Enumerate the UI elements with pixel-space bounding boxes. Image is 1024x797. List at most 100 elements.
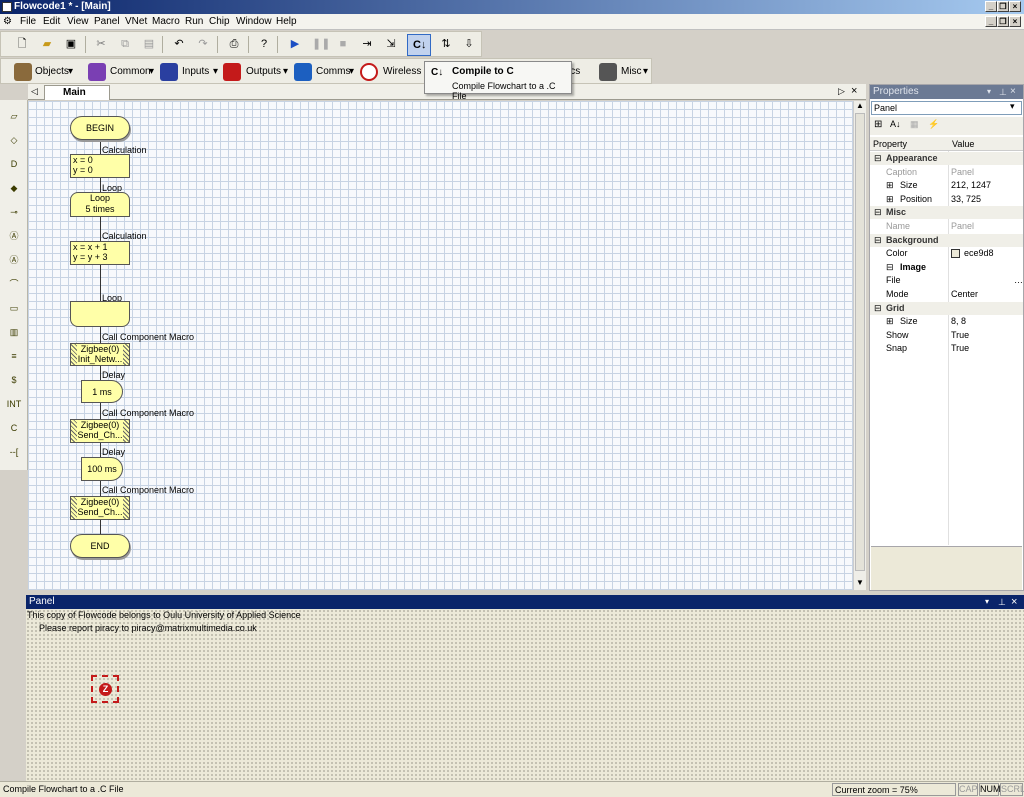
calculation-icon[interactable]: ≡ bbox=[5, 348, 23, 364]
chevron-down-icon[interactable]: ▾ bbox=[68, 66, 73, 77]
calculation-box[interactable]: x = 0 y = 0 bbox=[70, 154, 130, 178]
dropdown-icon[interactable]: ▾ bbox=[985, 595, 989, 609]
expand-icon[interactable]: ⊞ bbox=[886, 193, 894, 206]
misc-button[interactable]: Misc bbox=[621, 66, 642, 77]
delay-box[interactable]: 100 ms bbox=[81, 457, 123, 481]
loop-start-box[interactable]: Loop 5 times bbox=[70, 192, 130, 217]
decision-icon[interactable]: ◆ bbox=[5, 180, 23, 196]
collapse-icon[interactable]: ⊟ bbox=[874, 152, 882, 165]
property-row[interactable]: ⊞ Size 212, 1247 bbox=[870, 179, 1023, 192]
property-row[interactable]: File… bbox=[870, 274, 1023, 287]
property-row[interactable]: ⊟ Misc bbox=[870, 206, 1023, 220]
goto-a-icon[interactable]: Ⓐ bbox=[5, 228, 23, 244]
output-icon[interactable]: ◇ bbox=[5, 132, 23, 148]
property-row[interactable]: ⊞ Position 33, 725 bbox=[870, 193, 1023, 206]
close-tab-icon[interactable]: × bbox=[851, 85, 857, 97]
scroll-down-icon[interactable]: ▼ bbox=[856, 578, 864, 587]
mdi-restore-icon[interactable]: ❐ bbox=[997, 16, 1009, 27]
connection-point-icon[interactable]: ⊸ bbox=[5, 204, 23, 220]
component-macro-box[interactable]: Zigbee(0) Init_Netw... bbox=[70, 343, 130, 366]
paste-icon[interactable]: ▤ bbox=[142, 37, 156, 51]
help-icon[interactable]: ? bbox=[257, 37, 271, 51]
property-row[interactable]: Color ece9d8 bbox=[870, 247, 1023, 260]
menu-view[interactable]: View bbox=[67, 16, 89, 27]
categorized-icon[interactable]: ⊞ bbox=[874, 119, 882, 130]
close-icon[interactable]: × bbox=[1009, 1, 1021, 12]
menu-macro[interactable]: Macro bbox=[152, 16, 180, 27]
print-icon[interactable]: ⎙ bbox=[227, 37, 241, 51]
panel-area[interactable]: This copy of Flowcode belongs to Oulu Un… bbox=[26, 609, 1024, 781]
cut-icon[interactable]: ✂ bbox=[94, 37, 108, 51]
collapse-icon[interactable]: ⊟ bbox=[874, 302, 882, 315]
property-row[interactable]: ⊟ Background bbox=[870, 233, 1023, 247]
menu-file[interactable]: File bbox=[20, 16, 36, 27]
new-file-icon[interactable]: 🗋 bbox=[15, 37, 29, 51]
menu-run[interactable]: Run bbox=[185, 16, 203, 27]
browse-icon[interactable]: … bbox=[1014, 274, 1023, 287]
redo-icon[interactable]: ↷ bbox=[196, 37, 210, 51]
loop-end-box[interactable] bbox=[70, 301, 130, 327]
chevron-down-icon[interactable]: ▾ bbox=[149, 66, 154, 77]
menu-vnet[interactable]: VNet bbox=[125, 16, 147, 27]
tab-scroll-left-icon[interactable]: ◁ bbox=[31, 86, 38, 97]
step-over-icon[interactable]: ⇲ bbox=[384, 37, 398, 51]
scroll-up-icon[interactable]: ▲ bbox=[856, 101, 864, 110]
property-row[interactable]: Name Panel bbox=[870, 220, 1023, 233]
tab-main[interactable]: Main bbox=[44, 85, 110, 100]
property-row[interactable]: Snap True bbox=[870, 342, 1023, 355]
step-into-icon[interactable]: ⇥ bbox=[360, 37, 374, 51]
menu-help[interactable]: Help bbox=[276, 16, 297, 27]
connection-a-icon[interactable]: Ⓐ bbox=[5, 252, 23, 268]
input-icon[interactable]: ▱ bbox=[5, 108, 23, 124]
alphabetical-icon[interactable]: A↓ bbox=[890, 119, 901, 129]
inputs-button[interactable]: Inputs bbox=[182, 66, 209, 77]
close-icon[interactable]: × bbox=[1010, 85, 1016, 99]
object-selector[interactable]: Panel ▾ bbox=[871, 101, 1022, 115]
component-macro-icon[interactable]: ▥ bbox=[5, 324, 23, 340]
property-row[interactable]: ⊟ Appearance bbox=[870, 152, 1023, 165]
menu-window[interactable]: Window bbox=[236, 16, 272, 27]
property-row[interactable]: Caption Panel bbox=[870, 166, 1023, 179]
string-manipulation-icon[interactable]: $ bbox=[5, 372, 23, 388]
chevron-down-icon[interactable]: ▾ bbox=[643, 66, 648, 77]
pin-icon[interactable]: ⊥ bbox=[998, 595, 1006, 609]
undo-icon[interactable]: ↶ bbox=[172, 37, 186, 51]
chevron-down-icon[interactable]: ▾ bbox=[213, 66, 218, 77]
component-macro-box[interactable]: Zigbee(0) Send_Ch... bbox=[70, 419, 130, 443]
dropdown-icon[interactable]: ▾ bbox=[987, 85, 991, 99]
loop-icon[interactable]: ⌒ bbox=[5, 276, 23, 292]
comment-icon[interactable]: --[ bbox=[5, 444, 23, 460]
menu-edit[interactable]: Edit bbox=[43, 16, 60, 27]
canvas-scrollbar[interactable]: ▲ ▼ bbox=[853, 101, 866, 590]
expand-icon[interactable]: ⊞ bbox=[886, 315, 894, 328]
interrupt-icon[interactable]: INT bbox=[5, 396, 23, 412]
flowchart-canvas[interactable]: BEGIN Calculation x = 0 y = 0 Loop Loop … bbox=[28, 101, 853, 590]
mdi-minimize-icon[interactable]: _ bbox=[985, 16, 997, 27]
menu-system-icon[interactable]: ⚙ bbox=[3, 16, 12, 27]
begin-terminator[interactable]: BEGIN bbox=[70, 116, 130, 140]
delay-icon[interactable]: D bbox=[5, 156, 23, 172]
menu-panel[interactable]: Panel bbox=[94, 16, 120, 27]
stop-icon[interactable]: ■ bbox=[336, 37, 350, 51]
calculation-box[interactable]: x = x + 1 y = y + 3 bbox=[70, 241, 130, 265]
pause-icon[interactable]: ❚❚ bbox=[312, 37, 330, 51]
delay-box[interactable]: 1 ms bbox=[81, 380, 123, 403]
compile-chip-icon[interactable]: ⇩ bbox=[462, 37, 476, 51]
common-button[interactable]: Common bbox=[110, 66, 151, 77]
outputs-button[interactable]: Outputs bbox=[246, 66, 281, 77]
close-icon[interactable]: × bbox=[1011, 595, 1017, 609]
tab-scroll-right-icon[interactable]: ▷ bbox=[838, 86, 845, 97]
property-row[interactable]: ⊟ Grid bbox=[870, 301, 1023, 315]
menu-chip[interactable]: Chip bbox=[209, 16, 230, 27]
pin-icon[interactable]: ⊥ bbox=[999, 85, 1007, 99]
wireless-button[interactable]: Wireless bbox=[383, 66, 421, 77]
collapse-icon[interactable]: ⊟ bbox=[874, 234, 882, 247]
objects-button[interactable]: Objects bbox=[35, 66, 69, 77]
end-terminator[interactable]: END bbox=[70, 534, 130, 558]
run-icon[interactable]: ▶ bbox=[288, 37, 302, 51]
component-macro-box[interactable]: Zigbee(0) Send_Ch... bbox=[70, 496, 130, 520]
save-icon[interactable]: ▣ bbox=[64, 37, 78, 51]
open-folder-icon[interactable]: ▰ bbox=[40, 37, 54, 51]
macro-icon[interactable]: ▭ bbox=[5, 300, 23, 316]
compile-hex-icon[interactable]: ⇅ bbox=[439, 37, 453, 51]
